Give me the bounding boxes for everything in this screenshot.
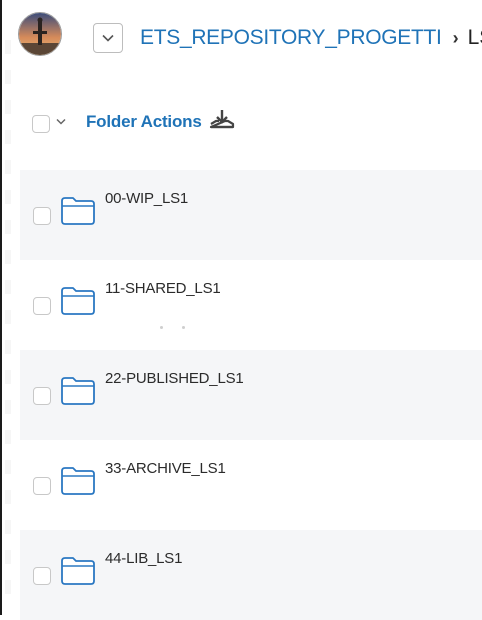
row-checkbox[interactable] <box>33 297 51 315</box>
folder-toolbar: Folder Actions <box>2 100 482 148</box>
avatar[interactable] <box>18 12 62 56</box>
avatar-image <box>19 13 61 55</box>
row-checkbox[interactable] <box>33 207 51 225</box>
breadcrumb-repository-link[interactable]: ETS_REPOSITORY_PROGETTI <box>140 26 442 50</box>
breadcrumb-current: LS1 <box>467 26 482 49</box>
folder-icon <box>61 377 95 405</box>
select-all-checkbox[interactable] <box>32 115 50 133</box>
folder-name[interactable]: 22-PUBLISHED_LS1 <box>105 370 244 387</box>
row-checkbox[interactable] <box>33 387 51 405</box>
folder-icon <box>61 557 95 585</box>
folder-name[interactable]: 44-LIB_LS1 <box>105 550 182 567</box>
folder-actions-button[interactable]: Folder Actions <box>86 112 202 132</box>
row-checkbox[interactable] <box>33 567 51 585</box>
header: ETS_REPOSITORY_PROGETTI › LS1 <box>2 0 482 80</box>
list-item[interactable]: 22-PUBLISHED_LS1 <box>20 350 482 440</box>
scan-artifact <box>182 326 185 329</box>
folder-icon <box>61 197 95 225</box>
list-item[interactable]: 11-SHARED_LS1 <box>20 260 482 350</box>
navigation-toggle-button[interactable] <box>93 23 123 53</box>
breadcrumb-separator: › <box>452 27 459 48</box>
folder-name[interactable]: 00-WIP_LS1 <box>105 190 188 207</box>
chevron-down-icon[interactable] <box>56 118 66 125</box>
breadcrumb: ETS_REPOSITORY_PROGETTI › LS1 <box>140 22 482 54</box>
download-icon[interactable] <box>208 108 236 134</box>
list-item[interactable]: 44-LIB_LS1 <box>20 530 482 620</box>
folder-name[interactable]: 11-SHARED_LS1 <box>105 280 221 297</box>
folder-name[interactable]: 33-ARCHIVE_LS1 <box>105 460 226 477</box>
chevron-down-icon <box>102 34 114 42</box>
app-window: ETS_REPOSITORY_PROGETTI › LS1 Folder Act… <box>0 0 482 620</box>
list-item[interactable]: 33-ARCHIVE_LS1 <box>20 440 482 530</box>
scan-artifact <box>160 326 163 329</box>
folder-icon <box>61 287 95 315</box>
folder-icon <box>61 467 95 495</box>
list-item[interactable]: 00-WIP_LS1 <box>20 170 482 260</box>
row-checkbox[interactable] <box>33 477 51 495</box>
